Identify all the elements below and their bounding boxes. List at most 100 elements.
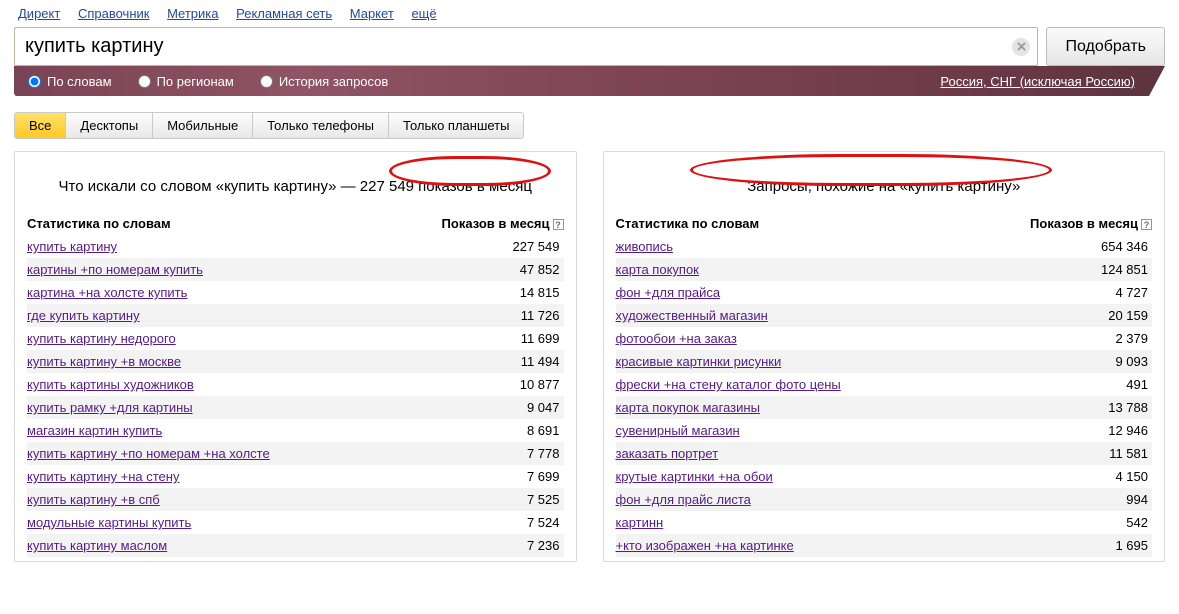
keyword-link[interactable]: фон +для прайса [616, 285, 721, 300]
keyword-link[interactable]: купить картину +в москве [27, 354, 181, 369]
table-row: заказать портрет11 581 [616, 442, 1153, 465]
filter-bar: По словам По регионам История запросов Р… [14, 66, 1165, 96]
keyword-link[interactable]: сувенирный магазин [616, 423, 740, 438]
count-value: 7 699 [527, 469, 560, 484]
keyword-link[interactable]: купить картины художников [27, 377, 194, 392]
keyword-link[interactable]: заказать портрет [616, 446, 719, 461]
keyword-link[interactable]: фон +для прайс листа [616, 492, 751, 507]
table-row: +кто изображен +на картинке 1 695 [616, 534, 1153, 557]
keyword-link[interactable]: купить картину маслом [27, 538, 167, 553]
table-row: картина +на холсте купить14 815 [27, 281, 564, 304]
keyword-link[interactable]: художественный магазин [616, 308, 768, 323]
count-value: 2 379 [1115, 331, 1148, 346]
count-value: 654 346 [1101, 239, 1148, 254]
count-value: 994 [1126, 492, 1148, 507]
tab-tablets[interactable]: Только планшеты [389, 113, 523, 138]
keyword-link[interactable]: купить картину недорого [27, 331, 176, 346]
nav-more[interactable]: ещё [411, 6, 436, 21]
table-row: модульные картины купить 7 524 [27, 511, 564, 534]
count-value: 4 150 [1115, 469, 1148, 484]
table-row: купить картину +по номерам +на холсте 7 7… [27, 442, 564, 465]
table-row: купить картину маслом7 236 [27, 534, 564, 557]
filter-history[interactable]: История запросов [260, 74, 389, 89]
count-value: 47 852 [520, 262, 560, 277]
keyword-link[interactable]: купить картину +по номерам +на холсте [27, 446, 270, 461]
keyword-link[interactable]: картинн [616, 515, 664, 530]
keyword-link[interactable]: фотообои +на заказ [616, 331, 737, 346]
table-row: художественный магазин 20 159 [616, 304, 1153, 327]
filter-by-regions[interactable]: По регионам [138, 74, 234, 89]
table-row: фрески +на стену каталог фото цены 491 [616, 373, 1153, 396]
table-row: фон +для прайса 4 727 [616, 281, 1153, 304]
count-value: 12 946 [1108, 423, 1148, 438]
right-title: Запросы, похожие на «купить картину» [616, 166, 1153, 206]
nav-advnet[interactable]: Рекламная сеть [236, 6, 332, 21]
count-value: 9 093 [1115, 354, 1148, 369]
table-row: карта покупок магазины 13 788 [616, 396, 1153, 419]
table-row: купить картину +в спб 7 525 [27, 488, 564, 511]
table-row: купить рамку +для картины9 047 [27, 396, 564, 419]
count-value: 1 695 [1115, 538, 1148, 553]
table-row: купить картину +на стену 7 699 [27, 465, 564, 488]
keyword-link[interactable]: модульные картины купить [27, 515, 191, 530]
region-link[interactable]: Россия, СНГ (исключая Россию) [940, 74, 1135, 89]
filter-by-words[interactable]: По словам [28, 74, 112, 89]
table-row: крутые картинки +на обои 4 150 [616, 465, 1153, 488]
search-box [14, 27, 1038, 66]
right-panel: Запросы, похожие на «купить картину» Ста… [603, 151, 1166, 562]
submit-button[interactable]: Подобрать [1046, 27, 1165, 66]
tab-phones[interactable]: Только телефоны [253, 113, 389, 138]
keyword-link[interactable]: красивые картинки рисунки [616, 354, 782, 369]
table-row: где купить картину 11 726 [27, 304, 564, 327]
count-value: 11 726 [521, 308, 560, 323]
count-value: 4 727 [1115, 285, 1148, 300]
clear-icon[interactable] [1012, 38, 1030, 56]
tab-all[interactable]: Все [15, 113, 66, 138]
keyword-link[interactable]: +кто изображен +на картинке [616, 538, 794, 553]
tab-desktops[interactable]: Десктопы [66, 113, 153, 138]
count-value: 124 851 [1101, 262, 1148, 277]
right-col-words: Статистика по словам [616, 216, 760, 231]
nav-metrika[interactable]: Метрика [167, 6, 218, 21]
keyword-link[interactable]: купить картину +в спб [27, 492, 160, 507]
count-value: 7 525 [527, 492, 560, 507]
count-value: 227 549 [513, 239, 560, 254]
tab-mobile[interactable]: Мобильные [153, 113, 253, 138]
left-col-count: Показов в месяц? [442, 216, 564, 231]
count-value: 10 877 [520, 377, 560, 392]
keyword-link[interactable]: живопись [616, 239, 674, 254]
nav-direct[interactable]: Директ [18, 6, 60, 21]
keyword-link[interactable]: купить картину [27, 239, 117, 254]
table-row: купить картину +в москве11 494 [27, 350, 564, 373]
count-value: 20 159 [1108, 308, 1148, 323]
table-row: живопись 654 346 [616, 235, 1153, 258]
count-value: 491 [1126, 377, 1148, 392]
table-row: купить картину недорого 11 699 [27, 327, 564, 350]
left-col-words: Статистика по словам [27, 216, 171, 231]
count-value: 13 788 [1108, 400, 1148, 415]
help-icon[interactable]: ? [1141, 219, 1152, 230]
nav-spravochnik[interactable]: Справочник [78, 6, 150, 21]
keyword-link[interactable]: картины +по номерам купить [27, 262, 203, 277]
left-title: Что искали со словом «купить картину» — … [27, 166, 564, 206]
keyword-link[interactable]: картина +на холсте купить [27, 285, 187, 300]
search-input[interactable] [14, 27, 1038, 66]
keyword-link[interactable]: фрески +на стену каталог фото цены [616, 377, 841, 392]
keyword-link[interactable]: купить рамку +для картины [27, 400, 193, 415]
keyword-link[interactable]: крутые картинки +на обои [616, 469, 773, 484]
count-value: 11 699 [521, 331, 560, 346]
count-value: 8 691 [527, 423, 560, 438]
keyword-link[interactable]: магазин картин купить [27, 423, 162, 438]
count-value: 7 778 [527, 446, 560, 461]
keyword-link[interactable]: купить картину +на стену [27, 469, 179, 484]
right-col-count: Показов в месяц? [1030, 216, 1152, 231]
keyword-link[interactable]: карта покупок магазины [616, 400, 760, 415]
count-value: 7 524 [527, 515, 560, 530]
help-icon[interactable]: ? [553, 219, 564, 230]
table-row: картины +по номерам купить 47 852 [27, 258, 564, 281]
keyword-link[interactable]: где купить картину [27, 308, 140, 323]
count-value: 542 [1126, 515, 1148, 530]
nav-market[interactable]: Маркет [350, 6, 394, 21]
keyword-link[interactable]: карта покупок [616, 262, 699, 277]
table-row: фон +для прайс листа 994 [616, 488, 1153, 511]
